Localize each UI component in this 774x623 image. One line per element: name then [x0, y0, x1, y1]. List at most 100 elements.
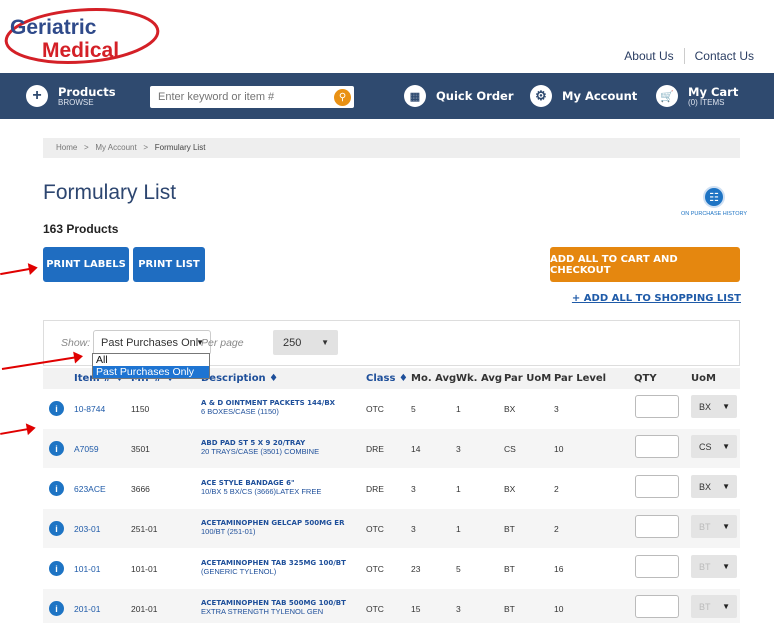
col-class[interactable]: Class ♦: [366, 373, 408, 384]
my-account-label: My Account: [562, 89, 638, 103]
par-level-value: 3: [554, 404, 559, 414]
main-navbar: + Products BROWSE ⚲ ▦ Quick Order ⚙ My A…: [0, 73, 774, 119]
my-cart-link[interactable]: 🛒 My Cart (0) ITEMS: [656, 85, 738, 107]
mo-avg-value: 14: [411, 444, 421, 454]
qty-input[interactable]: [635, 555, 679, 578]
uom-select[interactable]: BX ▼: [691, 475, 737, 498]
description[interactable]: ACETAMINOPHEN TAB 500MG 100/BT EXTRA STR…: [201, 599, 346, 616]
item-number[interactable]: 10-8744: [74, 404, 105, 414]
gear-icon: ⚙: [530, 85, 552, 107]
products-sub: BROWSE: [58, 97, 94, 107]
description[interactable]: ACETAMINOPHEN GELCAP 500MG ER 100/BT (25…: [201, 519, 344, 536]
breadcrumb-sep: >: [84, 143, 89, 152]
print-list-button[interactable]: PRINT LIST: [133, 247, 205, 282]
info-icon[interactable]: i: [49, 561, 64, 576]
chevron-down-icon: ▼: [722, 402, 730, 411]
col-description[interactable]: Description ♦: [201, 373, 278, 384]
wk-avg-value: 1: [456, 404, 461, 414]
purchase-history-toggle[interactable]: ☷ ON PURCHASE HISTORY: [673, 186, 755, 217]
col-par-level: Par Level: [554, 373, 607, 384]
per-page-select[interactable]: 250 ▼: [273, 330, 338, 355]
per-page-value: 250: [283, 336, 302, 349]
uom-value: BX: [699, 401, 712, 412]
quick-order-link[interactable]: ▦ Quick Order: [404, 85, 514, 107]
description[interactable]: ABD PAD ST 5 X 9 20/TRAY 20 TRAYS/CASE (…: [201, 439, 319, 456]
class-value: OTC: [366, 604, 384, 614]
show-label: Show:: [61, 337, 91, 349]
print-labels-button[interactable]: PRINT LABELS: [43, 247, 129, 282]
product-count: 163 Products: [43, 222, 119, 236]
mo-avg-value: 15: [411, 604, 421, 614]
description[interactable]: ACETAMINOPHEN TAB 325MG 100/BT (GENERIC …: [201, 559, 346, 576]
mfr-number: 201-01: [131, 604, 158, 614]
class-value: OTC: [366, 524, 384, 534]
col-qty: QTY: [634, 373, 657, 384]
info-icon[interactable]: i: [49, 441, 64, 456]
item-number[interactable]: 623ACE: [74, 484, 106, 494]
add-all-to-cart-button[interactable]: ADD ALL TO CART AND CHECKOUT: [550, 247, 740, 282]
chevron-down-icon: ▼: [722, 562, 730, 571]
cart-icon: 🛒: [656, 85, 678, 107]
add-all-to-list-link[interactable]: + ADD ALL TO SHOPPING LIST: [572, 293, 741, 304]
breadcrumb-current: Formulary List: [154, 143, 206, 152]
item-number[interactable]: 201-01: [74, 604, 100, 614]
chevron-down-icon: ▼: [321, 338, 329, 347]
per-page-label: Per page: [201, 337, 244, 349]
col-par-uom: Par UoM: [504, 373, 552, 384]
uom-select[interactable]: BX ▼: [691, 395, 737, 418]
mfr-number: 1150: [131, 404, 150, 414]
uom-select[interactable]: BT ▼: [691, 515, 737, 538]
uom-value: CS: [699, 441, 712, 452]
uom-select[interactable]: BT ▼: [691, 555, 737, 578]
uom-select[interactable]: BT ▼: [691, 595, 737, 618]
info-icon[interactable]: i: [49, 601, 64, 616]
site-logo[interactable]: Geriatric Medical: [4, 6, 162, 68]
uom-value: BT: [699, 561, 711, 572]
chevron-down-icon: ▼: [722, 482, 730, 491]
description[interactable]: ACE STYLE BANDAGE 6" 10/BX 5 BX/CS (3666…: [201, 479, 321, 496]
item-number[interactable]: 101-01: [74, 564, 100, 574]
qty-input[interactable]: [635, 475, 679, 498]
products-menu[interactable]: + Products BROWSE: [26, 85, 116, 107]
item-number[interactable]: 203-01: [74, 524, 100, 534]
my-account-link[interactable]: ⚙ My Account: [530, 85, 637, 107]
item-number[interactable]: A7059: [74, 444, 99, 454]
breadcrumb-home[interactable]: Home: [56, 143, 77, 152]
wk-avg-value: 1: [456, 484, 461, 494]
table-row: i 101-01 101-01 ACETAMINOPHEN TAB 325MG …: [43, 549, 740, 588]
description-detail: EXTRA STRENGTH TYLENOL GEN: [201, 606, 324, 616]
par-uom-value: BT: [504, 524, 515, 534]
table-row: i 203-01 251-01 ACETAMINOPHEN GELCAP 500…: [43, 509, 740, 548]
annotation-arrow: [0, 427, 34, 435]
description[interactable]: A & D OINTMENT PACKETS 144/BX 6 BOXES/CA…: [201, 399, 335, 416]
qty-input[interactable]: [635, 515, 679, 538]
table-row: i A7059 3501 ABD PAD ST 5 X 9 20/TRAY 20…: [43, 429, 740, 468]
info-icon[interactable]: i: [49, 481, 64, 496]
breadcrumb-account[interactable]: My Account: [95, 143, 136, 152]
description-detail: (GENERIC TYLENOL): [201, 566, 277, 576]
description-detail: 20 TRAYS/CASE (3501) COMBINE: [201, 446, 320, 456]
uom-select[interactable]: CS ▼: [691, 435, 737, 458]
search-input[interactable]: [150, 91, 328, 103]
par-uom-value: BX: [504, 404, 516, 414]
chevron-down-icon: ▼: [722, 522, 730, 531]
wk-avg-value: 3: [456, 444, 461, 454]
dropdown-option-all[interactable]: All: [93, 354, 209, 366]
class-value: OTC: [366, 404, 384, 414]
about-link[interactable]: About Us: [614, 49, 683, 63]
search-icon[interactable]: ⚲: [334, 89, 351, 106]
qty-input[interactable]: [635, 435, 679, 458]
info-icon[interactable]: i: [49, 401, 64, 416]
qty-input[interactable]: [635, 595, 679, 618]
info-icon[interactable]: i: [49, 521, 64, 536]
cart-count: (0) ITEMS: [688, 97, 725, 107]
contact-link[interactable]: Contact Us: [685, 49, 764, 63]
chevron-down-icon: ▼: [722, 442, 730, 451]
qty-input[interactable]: [635, 395, 679, 418]
dropdown-option-past-purchases[interactable]: Past Purchases Only: [93, 366, 209, 378]
par-level-value: 10: [554, 604, 564, 614]
annotation-arrow: [0, 266, 36, 276]
uom-value: BX: [699, 481, 712, 492]
show-select[interactable]: Past Purchases Onl ▼: [93, 330, 211, 355]
mfr-number: 3501: [131, 444, 150, 454]
